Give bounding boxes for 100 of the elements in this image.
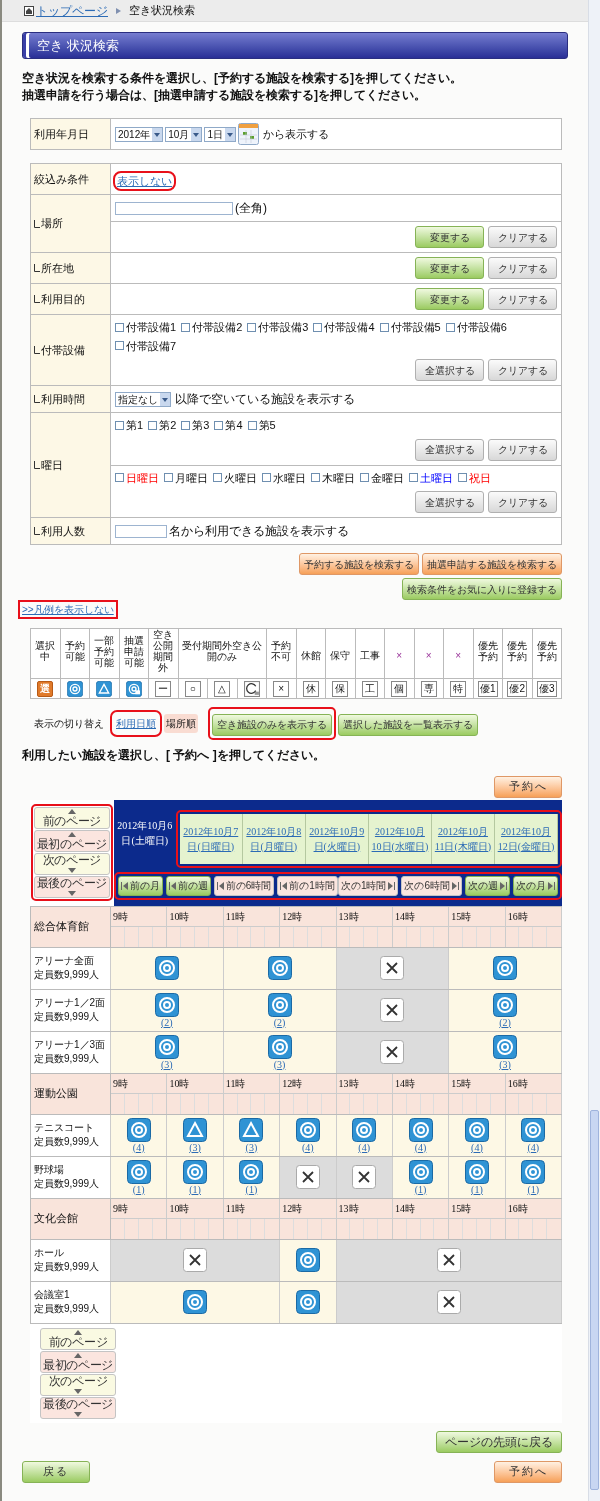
button[interactable]: 変更する — [415, 257, 484, 279]
slot-cell[interactable]: (2) — [110, 989, 223, 1031]
dropdown[interactable]: 2012年 — [115, 126, 164, 142]
button[interactable]: 最初のページ — [40, 1350, 116, 1373]
button[interactable]: 変更する — [415, 288, 484, 310]
checkbox[interactable] — [360, 473, 369, 483]
scrollbar[interactable] — [588, 0, 600, 1501]
button[interactable]: 次のページ — [40, 1373, 116, 1396]
button[interactable]: クリアする — [488, 491, 557, 513]
button[interactable]: クリアする — [488, 359, 557, 381]
slot-cell[interactable]: (4) — [279, 1114, 336, 1156]
date-link[interactable]: 2012年10月8日(月曜日) — [242, 813, 306, 864]
count-link[interactable]: (3) — [189, 1141, 201, 1153]
slot-cell[interactable]: (1) — [110, 1156, 167, 1198]
button[interactable]: 空き施設のみを表示する — [212, 713, 332, 736]
button[interactable]: 次の1時間 — [337, 875, 399, 896]
slot-cell[interactable]: (4) — [504, 1114, 561, 1156]
date-link[interactable]: 2012年10月12日(金曜日) — [495, 813, 559, 864]
count-link[interactable]: (4) — [414, 1141, 427, 1153]
slot-cell[interactable]: (1) — [166, 1156, 223, 1198]
text-field[interactable] — [115, 524, 167, 538]
button[interactable]: 次の月 — [513, 875, 558, 896]
date-link[interactable]: 2012年10月10日(水曜日) — [368, 813, 432, 864]
checkbox[interactable] — [213, 473, 222, 483]
button[interactable]: ページの先頭に戻る — [436, 1430, 562, 1453]
slot-cell[interactable] — [335, 1239, 561, 1281]
breadcrumb-link[interactable]: トップページ — [36, 1, 108, 20]
count-link[interactable]: (4) — [358, 1141, 370, 1153]
date-link[interactable]: 2012年10月7日(日曜日) — [179, 813, 243, 864]
button[interactable]: 抽選申請する施設を検索する — [422, 553, 562, 575]
slot-cell[interactable] — [448, 947, 561, 989]
count-link[interactable]: (3) — [499, 1058, 511, 1070]
button[interactable]: 次の6時間 — [401, 875, 462, 896]
slot-cell[interactable]: (1) — [504, 1156, 561, 1198]
checkbox[interactable] — [311, 473, 320, 483]
checkbox[interactable] — [214, 420, 224, 430]
scrollbar-thumb[interactable] — [590, 1110, 599, 1490]
button[interactable]: クリアする — [488, 257, 557, 279]
slot-cell[interactable] — [335, 1281, 561, 1323]
slot-cell[interactable] — [335, 1031, 449, 1073]
sort-option[interactable]: 場所順 — [164, 713, 198, 733]
button[interactable]: 次の週 — [465, 875, 510, 896]
count-link[interactable]: (1) — [471, 1183, 483, 1195]
slot-cell[interactable]: (1) — [222, 1156, 280, 1198]
checkbox[interactable] — [409, 473, 418, 483]
button[interactable]: 予約へ — [494, 1460, 562, 1483]
button[interactable]: クリアする — [488, 438, 557, 461]
slot-cell[interactable]: (2) — [222, 989, 336, 1031]
button[interactable]: 前の1時間 — [277, 875, 338, 896]
button[interactable]: 前の月 — [117, 875, 163, 896]
date-link[interactable]: 2012年10月9日(火曜日) — [305, 813, 369, 864]
date-link[interactable]: 2012年10月11日(木曜日) — [431, 813, 495, 864]
checkbox[interactable] — [115, 473, 124, 483]
slot-cell[interactable]: (3) — [222, 1031, 336, 1073]
button[interactable]: 前のページ — [33, 806, 110, 829]
button[interactable]: 前の週 — [165, 875, 211, 896]
count-link[interactable]: (3) — [161, 1058, 173, 1070]
count-link[interactable]: (1) — [245, 1183, 258, 1195]
button[interactable]: 全選択する — [415, 491, 484, 513]
checkbox[interactable] — [115, 341, 124, 351]
count-link[interactable]: (3) — [245, 1141, 258, 1153]
button[interactable]: クリアする — [488, 226, 557, 248]
checkbox[interactable] — [115, 420, 124, 430]
slot-cell[interactable] — [110, 1239, 280, 1281]
count-link[interactable]: (2) — [499, 1016, 511, 1028]
checkbox[interactable] — [445, 322, 455, 332]
button[interactable]: 戻る — [22, 1460, 90, 1483]
slot-cell[interactable]: (4) — [335, 1114, 392, 1156]
button[interactable]: 最初のページ — [33, 829, 110, 852]
slot-cell[interactable]: (3) — [448, 1031, 561, 1073]
dropdown[interactable]: 指定なし — [115, 391, 171, 407]
slot-cell[interactable]: (4) — [391, 1114, 449, 1156]
checkbox[interactable] — [458, 473, 467, 483]
slot-cell[interactable]: (1) — [391, 1156, 449, 1198]
button[interactable]: 変更する — [415, 226, 484, 248]
button[interactable]: 予約する施設を検索する — [299, 553, 419, 575]
slot-cell[interactable]: (2) — [448, 989, 561, 1031]
slot-cell[interactable]: (3) — [110, 1031, 223, 1073]
checkbox[interactable] — [164, 473, 173, 483]
checkbox[interactable] — [247, 322, 257, 332]
button[interactable]: クリアする — [488, 288, 557, 310]
count-link[interactable]: (4) — [471, 1141, 483, 1153]
slot-cell[interactable] — [110, 947, 223, 989]
slot-cell[interactable]: (4) — [448, 1114, 505, 1156]
button[interactable]: 前の6時間 — [213, 875, 275, 896]
count-link[interactable]: (4) — [301, 1141, 314, 1153]
count-link[interactable]: (1) — [527, 1183, 540, 1195]
dropdown[interactable]: 10月 — [165, 126, 203, 142]
count-link[interactable]: (3) — [273, 1058, 286, 1070]
checkbox[interactable] — [181, 420, 191, 430]
count-link[interactable]: (1) — [414, 1183, 427, 1195]
checkbox[interactable] — [313, 322, 323, 332]
dropdown[interactable]: 1日 — [204, 126, 236, 142]
count-link[interactable]: (4) — [132, 1141, 145, 1153]
count-link[interactable]: (2) — [273, 1016, 286, 1028]
button[interactable]: 選択した施設を一覧表示する — [338, 713, 478, 736]
slot-cell[interactable]: (3) — [166, 1114, 223, 1156]
count-link[interactable]: (4) — [527, 1141, 540, 1153]
slot-cell[interactable] — [335, 989, 449, 1031]
button[interactable]: 全選択する — [415, 438, 484, 461]
